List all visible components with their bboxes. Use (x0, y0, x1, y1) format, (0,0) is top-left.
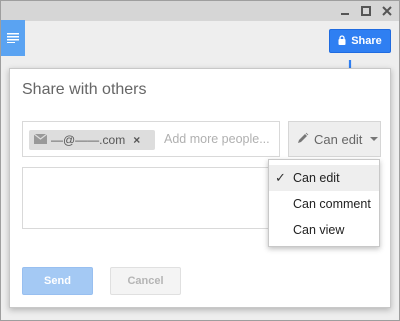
pencil-icon (297, 132, 309, 147)
permission-option-label: Can view (293, 223, 345, 237)
window-titlebar (1, 1, 399, 21)
share-dialog: Share with others —@——.com × Add more pe… (9, 68, 391, 308)
close-icon[interactable] (378, 2, 396, 20)
cancel-button[interactable]: Cancel (110, 267, 181, 295)
permission-option-can-view[interactable]: Can view (269, 217, 379, 243)
dialog-title: Share with others (22, 81, 147, 98)
permission-option-can-edit[interactable]: ✓ Can edit (269, 165, 379, 191)
share-button[interactable]: Share (329, 29, 391, 53)
recipient-email: —@——.com (51, 133, 126, 147)
minimize-icon[interactable] (336, 2, 354, 20)
maximize-icon[interactable] (357, 2, 375, 20)
lock-icon (338, 34, 346, 48)
share-button-label: Share (351, 35, 382, 47)
app-window: Share Share with others —@——.com × Add m… (0, 0, 400, 321)
remove-recipient-icon[interactable]: × (133, 133, 140, 147)
message-textarea[interactable] (22, 167, 280, 229)
send-button[interactable]: Send (22, 267, 93, 295)
permission-selected-label: Can edit (314, 131, 363, 147)
permission-menu: ✓ Can edit Can comment Can view (268, 159, 380, 247)
chevron-down-icon (370, 137, 379, 141)
add-more-placeholder: Add more people... (164, 132, 270, 146)
recipient-chip[interactable]: —@——.com × (29, 130, 155, 150)
envelope-icon (33, 133, 48, 147)
permission-option-label: Can comment (293, 197, 371, 211)
permission-dropdown-button[interactable]: Can edit (288, 121, 381, 157)
people-input[interactable]: —@——.com × Add more people... (22, 121, 280, 157)
permission-option-label: Can edit (293, 171, 340, 185)
permission-option-can-comment[interactable]: Can comment (269, 191, 379, 217)
hamburger-menu-icon[interactable] (1, 20, 25, 56)
check-icon: ✓ (275, 170, 286, 185)
